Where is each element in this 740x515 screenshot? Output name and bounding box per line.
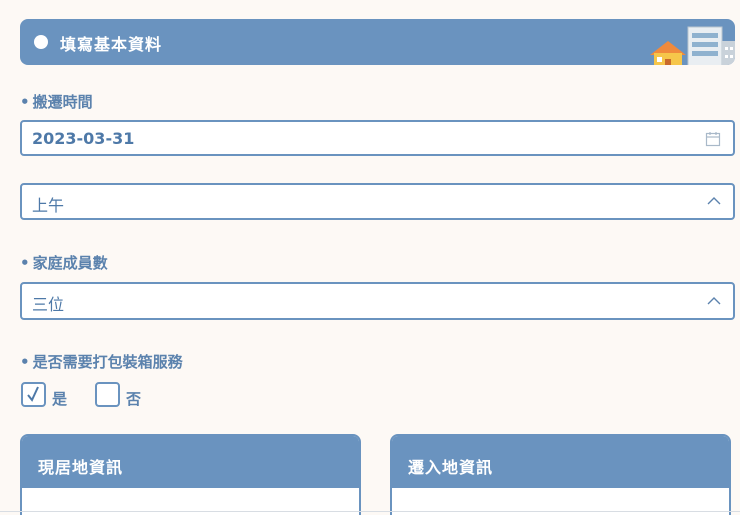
section-header: 填寫基本資料 bbox=[20, 19, 735, 65]
section-title: 填寫基本資料 bbox=[60, 35, 163, 54]
family-members-label: 家庭成員數 bbox=[20, 252, 108, 273]
family-members-select[interactable]: 三位 bbox=[20, 282, 735, 320]
yes-label: 是 bbox=[52, 390, 68, 408]
period-select[interactable]: 上午 bbox=[20, 183, 735, 220]
calendar-icon[interactable] bbox=[705, 131, 721, 147]
date-field[interactable]: 2023-03-31 bbox=[20, 120, 735, 156]
chevron-up-icon[interactable] bbox=[707, 196, 721, 206]
bullet-dot-icon bbox=[34, 35, 48, 49]
moving-time-label: 搬遷時間 bbox=[20, 91, 93, 112]
destination-address-title: 遷入地資訊 bbox=[392, 436, 729, 488]
buildings-icon bbox=[650, 26, 735, 65]
no-label: 否 bbox=[126, 390, 142, 408]
period-value: 上午 bbox=[32, 196, 65, 215]
date-value: 2023-03-31 bbox=[32, 129, 135, 148]
no-checkbox[interactable] bbox=[95, 382, 120, 407]
checkmark-icon bbox=[27, 386, 39, 402]
current-address-title: 現居地資訊 bbox=[22, 436, 359, 488]
yes-checkbox[interactable] bbox=[21, 382, 46, 407]
divider bbox=[0, 511, 740, 512]
destination-address-card: 遷入地資訊 bbox=[390, 434, 731, 515]
current-address-card: 現居地資訊 bbox=[20, 434, 361, 515]
family-members-value: 三位 bbox=[32, 295, 65, 314]
chevron-up-icon[interactable] bbox=[707, 296, 721, 306]
packing-service-label: 是否需要打包裝箱服務 bbox=[20, 351, 183, 372]
